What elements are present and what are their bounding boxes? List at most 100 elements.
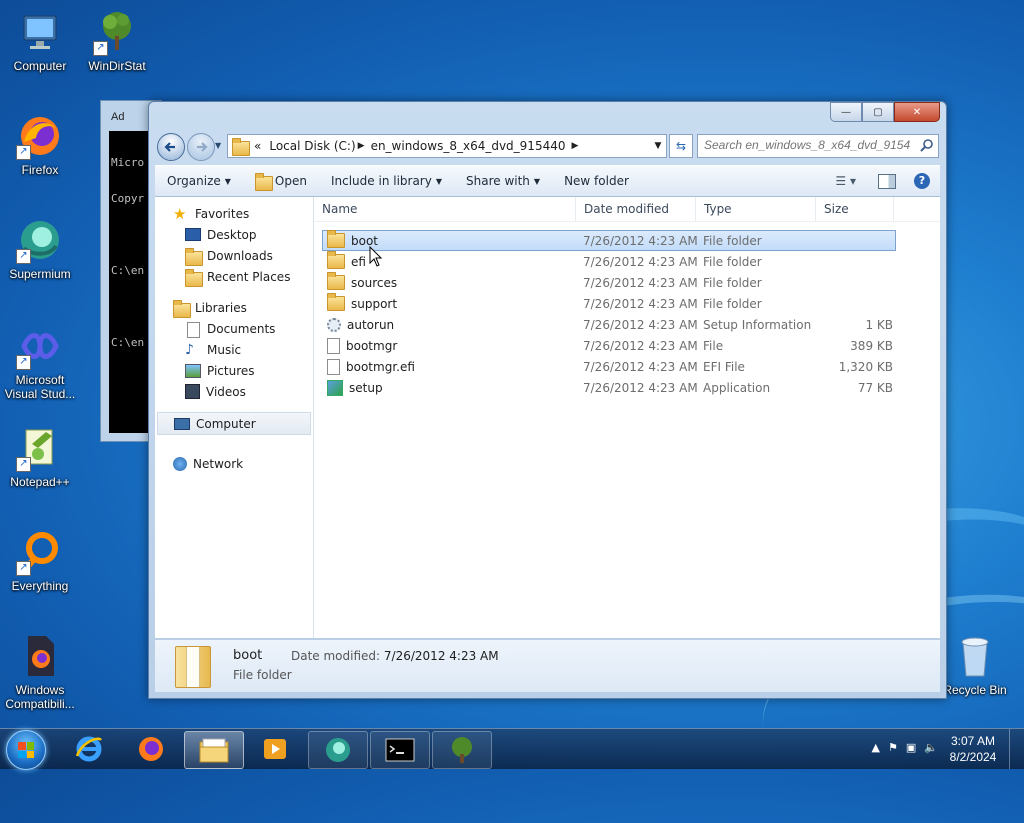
command-prompt-icon <box>385 738 415 762</box>
nav-recent-places[interactable]: Recent Places <box>155 266 313 287</box>
desktop-icon-computer[interactable]: Computer <box>2 8 78 73</box>
column-header-name[interactable]: Name <box>314 197 576 221</box>
chevron-right-icon[interactable]: ▶ <box>571 141 578 151</box>
file-row[interactable]: bootmgr 7/26/2012 4:23 AM File 389 KB <box>322 335 896 356</box>
close-button[interactable]: ✕ <box>894 102 940 122</box>
start-button[interactable] <box>6 730 46 770</box>
folder-icon <box>199 738 229 763</box>
back-button[interactable] <box>157 133 185 161</box>
file-row[interactable]: setup 7/26/2012 4:23 AM Application 77 K… <box>322 377 896 398</box>
file-icon <box>327 358 340 375</box>
show-hidden-icons-icon[interactable]: ▲ <box>872 741 880 754</box>
preview-pane-icon[interactable] <box>878 173 896 189</box>
nav-documents[interactable]: Documents <box>155 318 313 339</box>
file-row[interactable]: support 7/26/2012 4:23 AM File folder <box>322 293 896 314</box>
nav-favorites[interactable]: ★ Favorites <box>155 203 313 224</box>
nav-downloads[interactable]: Downloads <box>155 245 313 266</box>
command-bar: Organize ▼ Open Include in library ▼ Share… <box>155 165 940 197</box>
breadcrumb-current-folder[interactable]: en_windows_8_x64_dvd_915440 <box>365 139 572 153</box>
search-icon[interactable] <box>920 138 934 152</box>
nav-label: Documents <box>207 321 276 336</box>
address-bar[interactable]: « Local Disk (C:) ▶ en_windows_8_x64_dvd… <box>227 134 667 158</box>
breadcrumb-local-disk[interactable]: Local Disk (C:) <box>267 139 357 153</box>
organize-label: Organize <box>167 174 221 188</box>
nav-music[interactable]: ♪ Music <box>155 339 313 360</box>
breadcrumb-overflow[interactable]: « <box>248 139 267 153</box>
column-header-size[interactable]: Size <box>816 197 894 221</box>
folder-icon <box>232 138 250 156</box>
file-name: bootmgr <box>346 338 398 353</box>
chevron-down-icon: ▼ <box>435 176 442 186</box>
clock[interactable]: 3:07 AM 8/2/2024 <box>940 733 1006 765</box>
folder-icon <box>327 230 345 248</box>
taskbar-internet-explorer[interactable] <box>60 731 118 767</box>
taskbar-firefox[interactable] <box>122 731 180 767</box>
taskbar-command-prompt[interactable] <box>370 731 430 769</box>
address-row: ▼ « Local Disk (C:) ▶ en_windows_8_x64_d… <box>157 132 939 161</box>
chevron-right-icon[interactable]: ▶ <box>358 141 365 151</box>
maximize-button[interactable]: ▢ <box>862 102 894 122</box>
tree-icon: ↗ <box>93 8 141 56</box>
action-center-flag-icon[interactable]: ⚑ <box>888 741 898 754</box>
explorer-window[interactable]: — ▢ ✕ ▼ « Local Disk (C:) ▶ en_windows_8… <box>148 101 947 699</box>
shortcut-arrow-icon: ↗ <box>16 457 31 472</box>
taskbar-windows-explorer[interactable] <box>184 731 244 769</box>
column-header-date[interactable]: Date modified <box>576 197 696 221</box>
show-desktop-button[interactable] <box>1009 729 1024 769</box>
network-status-icon[interactable]: ▣ <box>906 741 916 754</box>
recent-pages-dropdown-icon[interactable]: ▼ <box>215 141 221 150</box>
pictures-icon <box>185 363 201 378</box>
include-in-library-button[interactable]: Include in library ▼ <box>319 174 454 188</box>
address-dropdown-icon[interactable]: ▼ <box>650 141 666 151</box>
search-input[interactable] <box>698 135 916 155</box>
file-row[interactable]: autorun 7/26/2012 4:23 AM Setup Informat… <box>322 314 896 335</box>
desktop-icon-recycle-bin[interactable]: Recycle Bin <box>937 632 1013 697</box>
file-row[interactable]: sources 7/26/2012 4:23 AM File folder <box>322 272 896 293</box>
forward-button[interactable] <box>187 133 215 161</box>
open-button[interactable]: Open <box>243 173 319 191</box>
computer-icon <box>174 417 190 430</box>
share-with-button[interactable]: Share with ▼ <box>454 174 552 188</box>
desktop-icon-notepadpp[interactable]: ↗ Notepad++ <box>2 424 78 489</box>
file-row[interactable]: bootmgr.efi 7/26/2012 4:23 AM EFI File 1… <box>322 356 896 377</box>
desktop-icon <box>185 228 201 241</box>
details-date-label: Date modified: <box>291 649 381 663</box>
nav-videos[interactable]: Videos <box>155 381 313 402</box>
desktop-icon-everything[interactable]: ↗ Everything <box>2 528 78 593</box>
nav-libraries[interactable]: Libraries <box>155 297 313 318</box>
details-date-value: 7/26/2012 4:23 AM <box>383 649 499 663</box>
help-icon[interactable]: ? <box>914 173 930 189</box>
nav-desktop[interactable]: Desktop <box>155 224 313 245</box>
search-box[interactable] <box>697 134 939 158</box>
file-row[interactable]: boot 7/26/2012 4:23 AM File folder <box>322 230 896 251</box>
details-pane: boot File folder Date modified: 7/26/201… <box>155 639 940 692</box>
taskbar-supermium[interactable] <box>308 731 368 769</box>
navigation-pane: ★ Favorites Desktop Downloads Recent Plac… <box>155 197 314 638</box>
nav-label: Favorites <box>195 206 250 221</box>
desktop-icon-supermium[interactable]: ↗ Supermium <box>2 216 78 281</box>
desktop-icon-windirstat[interactable]: ↗ WinDirStat <box>79 8 155 73</box>
minimize-button[interactable]: — <box>830 102 862 122</box>
nav-network[interactable]: Network <box>155 453 313 474</box>
view-options-icon[interactable]: ☰ ▾ <box>835 174 856 188</box>
desktop-icon-firefox[interactable]: ↗ Firefox <box>2 112 78 177</box>
desktop-icon-visual-studio[interactable]: ↗ Microsoft Visual Stud... <box>2 322 78 401</box>
volume-muted-icon[interactable]: 🔈 <box>924 741 938 754</box>
desktop-icon-label: Firefox <box>21 163 59 177</box>
desktop-icon-label: Everything <box>11 579 69 593</box>
file-row[interactable]: efi 7/26/2012 4:23 AM File folder <box>322 251 896 272</box>
everything-icon: ↗ <box>16 528 64 576</box>
nav-computer[interactable]: Computer <box>157 412 311 435</box>
nav-pictures[interactable]: Pictures <box>155 360 313 381</box>
taskbar-windirstat[interactable] <box>432 731 492 769</box>
share-label: Share with <box>466 174 530 188</box>
desktop-icon-windows-compat[interactable]: Windows Compatibili... <box>2 632 78 711</box>
nav-label: Pictures <box>207 363 255 378</box>
new-folder-button[interactable]: New folder <box>552 174 641 188</box>
column-header-type[interactable]: Type <box>696 197 816 221</box>
organize-button[interactable]: Organize ▼ <box>155 174 243 188</box>
file-name: support <box>351 296 398 311</box>
taskbar-media-player[interactable] <box>246 731 304 767</box>
refresh-button[interactable]: ⇆ <box>669 134 693 158</box>
downloads-folder-icon <box>185 247 203 266</box>
